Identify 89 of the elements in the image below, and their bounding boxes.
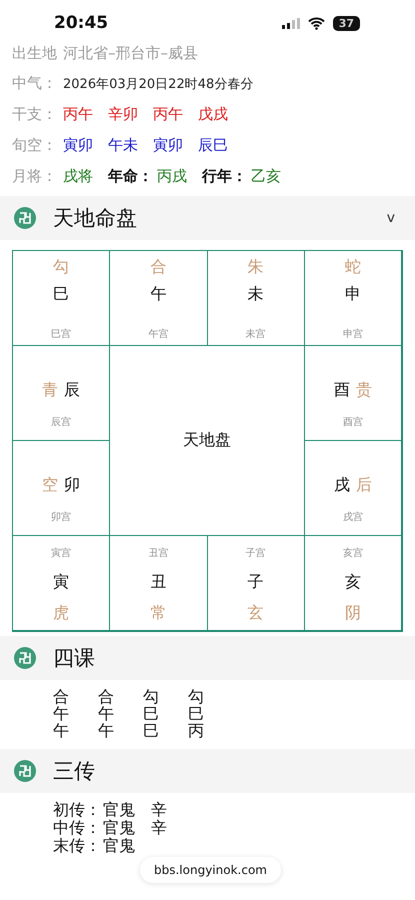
lesson-char: 合: [98, 688, 114, 705]
branch-label: 酉: [334, 380, 350, 401]
branch-label: 丑: [150, 572, 166, 593]
stem-text: 辛: [151, 801, 167, 819]
emblem-icon: [14, 760, 36, 782]
palace-label: 午宫: [148, 328, 168, 341]
branch-label: 戌: [334, 475, 350, 496]
lesson-char: 午: [98, 722, 114, 739]
general-label: 朱: [248, 257, 264, 278]
field-label: 年命：: [108, 167, 153, 186]
field-value: 午未: [108, 136, 138, 155]
emblem-icon: [14, 647, 36, 669]
general-label: 虎: [53, 603, 70, 624]
palace-label: 戌宫: [342, 510, 363, 524]
field-value: 辛卯: [108, 105, 138, 124]
lesson-char: 勾: [143, 688, 159, 705]
relation-text: 官鬼: [103, 801, 135, 819]
lesson-char: 午: [98, 705, 114, 722]
field-label: 月将：: [12, 167, 57, 186]
field-label: 行年：: [202, 167, 247, 186]
branch-label: 寅: [53, 572, 70, 593]
general-label: 贵: [356, 380, 372, 401]
battery-indicator: 37: [332, 16, 360, 30]
field-value: 丙午: [63, 105, 93, 124]
general-label: 蛇: [344, 257, 361, 278]
stem-text: 辛: [151, 819, 167, 837]
field-label: 中气：: [12, 74, 57, 93]
general-label: 后: [356, 475, 372, 496]
branch-label: 巳: [53, 284, 70, 305]
branch-label: 亥: [344, 572, 361, 593]
section-title: 天地命盘: [53, 205, 138, 232]
palace-label: 卯宫: [51, 510, 72, 524]
field-value: 辰巳: [198, 136, 228, 155]
field-value: 丙午: [153, 105, 183, 124]
general-label: 勾: [53, 257, 70, 278]
field-value: 寅卯: [153, 136, 183, 155]
palace-label: 未宫: [246, 328, 266, 341]
palace-label: 辰宫: [51, 416, 72, 429]
branch-label: 卯: [64, 475, 80, 496]
palace-label: 酉宫: [342, 416, 363, 429]
lesson-char: 合: [53, 688, 69, 705]
general-label: 合: [150, 257, 166, 278]
field-label: 出生地: [12, 44, 57, 63]
lesson-char: 勾: [188, 688, 204, 705]
palace-label: 巳宫: [51, 328, 72, 341]
field-label: 干支：: [12, 105, 57, 124]
field-value: 2026年03月20日22时48分春分: [63, 76, 254, 92]
palace-label: 丑宫: [148, 546, 168, 560]
branch-label: 未: [248, 284, 264, 305]
relation-text: 官鬼: [103, 837, 135, 855]
general-label: 常: [150, 603, 166, 624]
branch-label: 子: [248, 572, 264, 593]
palace-label: 寅宫: [51, 546, 72, 560]
lesson-char: 巳: [143, 722, 159, 739]
url-pill[interactable]: bbs.longyinok.com: [140, 857, 281, 883]
wifi-icon: [308, 16, 325, 30]
transmission-label: 末传：: [53, 837, 101, 855]
signal-icon: [282, 18, 300, 28]
lesson-char: 巳: [188, 705, 204, 722]
emblem-icon: [14, 207, 36, 229]
transmission-label: 中传：: [53, 819, 101, 837]
lesson-char: 丙: [188, 722, 204, 739]
branch-label: 申: [344, 284, 361, 305]
general-label: 玄: [248, 603, 264, 624]
relation-text: 官鬼: [103, 819, 135, 837]
field-value: 河北省–邢台市–威县: [63, 44, 198, 63]
palace-label: 子宫: [246, 546, 266, 560]
palace-label: 申宫: [342, 328, 363, 341]
field-value: 乙亥: [251, 167, 281, 186]
section-title: 四课: [53, 645, 96, 672]
status-time: 20:45: [54, 13, 108, 33]
branch-label: 午: [150, 284, 166, 305]
field-value: 戊戌: [198, 105, 228, 124]
general-label: 空: [42, 475, 58, 496]
lesson-char: 午: [53, 705, 69, 722]
palace-label: 亥宫: [342, 546, 363, 560]
field-value: 寅卯: [63, 136, 93, 155]
field-value: 戌将: [63, 167, 93, 186]
branch-label: 辰: [64, 380, 80, 401]
toggle-chevron[interactable]: v: [380, 210, 401, 226]
lesson-char: 巳: [143, 705, 159, 722]
board-title: 天地盘: [183, 430, 231, 451]
general-label: 青: [42, 380, 58, 401]
field-value: 丙戌: [157, 167, 187, 186]
field-label: 旬空：: [12, 136, 57, 155]
section-title: 三传: [53, 758, 96, 785]
general-label: 阴: [344, 603, 361, 624]
lesson-char: 午: [53, 722, 69, 739]
transmission-label: 初传：: [53, 801, 101, 819]
